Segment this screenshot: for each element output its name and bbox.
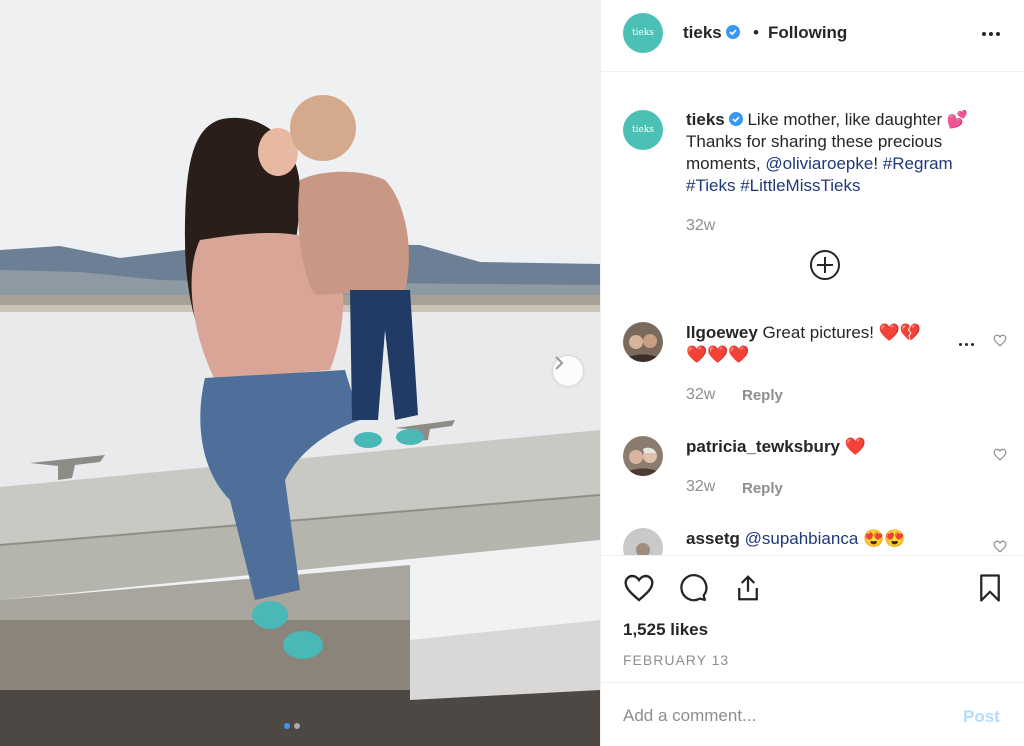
- comment-bubble-icon[interactable]: [678, 573, 708, 603]
- reply-button[interactable]: Reply: [742, 387, 783, 404]
- caption-text: tieks Like mother, like daughter 💕 Thank…: [686, 110, 969, 195]
- like-comment-heart-icon[interactable]: [993, 448, 1007, 461]
- verified-badge-icon: [725, 25, 740, 39]
- comment-username[interactable]: assetg: [686, 529, 740, 548]
- following-button[interactable]: Following: [768, 23, 847, 43]
- comment-avatar[interactable]: [623, 436, 663, 476]
- like-heart-icon[interactable]: [623, 573, 655, 603]
- hashtag-littlemisstieks[interactable]: #LittleMissTieks: [740, 176, 860, 195]
- post-header: tieks tieks • Following: [601, 0, 1024, 72]
- mention-link[interactable]: @supahbianca: [745, 529, 859, 548]
- logo-text: tieks: [632, 125, 654, 135]
- author-avatar[interactable]: tieks: [623, 13, 663, 53]
- carousel-dots: [284, 723, 300, 729]
- chevron-right-icon: [555, 356, 564, 370]
- post-comment-button[interactable]: Post: [963, 707, 1000, 727]
- like-comment-heart-icon[interactable]: [993, 334, 1007, 347]
- caption-line-1: Like mother, like daughter 💕: [742, 110, 969, 129]
- next-image-button[interactable]: [553, 356, 583, 386]
- post-side-panel: tieks tieks • Following tieks tieks Like…: [600, 0, 1024, 746]
- comment-text: llgoewey Great pictures! ❤️💔 ❤️❤️❤️: [686, 323, 922, 364]
- verified-badge-icon: [728, 112, 743, 126]
- user-photo-icon: [623, 322, 663, 362]
- logo-text: tieks: [632, 28, 654, 38]
- plus-circle-icon: [810, 250, 840, 280]
- post-photo: [0, 0, 600, 746]
- comment-timestamp[interactable]: 32w: [686, 386, 715, 404]
- comment-input[interactable]: [623, 703, 943, 729]
- carousel-dot: [294, 723, 300, 729]
- comment-text: patricia_tewksbury ❤️: [686, 437, 866, 456]
- add-comment-bar: Post: [601, 682, 1024, 746]
- photo-illustration: [0, 0, 600, 746]
- post-date[interactable]: FEBRUARY 13: [623, 652, 729, 668]
- like-comment-heart-icon[interactable]: [993, 540, 1007, 553]
- comment-username[interactable]: llgoewey: [686, 323, 758, 342]
- caption-author-avatar[interactable]: tieks: [623, 110, 663, 150]
- header-separator: •: [753, 23, 759, 42]
- hashtag-regram[interactable]: #Regram: [883, 154, 953, 173]
- share-icon[interactable]: [733, 573, 763, 603]
- author-username[interactable]: tieks: [683, 23, 740, 43]
- hashtag-tieks[interactable]: #Tieks: [686, 176, 735, 195]
- comment-timestamp[interactable]: 32w: [686, 478, 715, 496]
- save-bookmark-icon[interactable]: [977, 573, 1003, 603]
- caption-timestamp[interactable]: 32w: [686, 217, 715, 235]
- comment-username[interactable]: patricia_tewksbury: [686, 437, 840, 456]
- more-options-button[interactable]: [982, 32, 1000, 36]
- likes-count[interactable]: 1,525 likes: [623, 620, 708, 640]
- caption-author[interactable]: tieks: [686, 110, 725, 129]
- carousel-dot-active: [284, 723, 290, 729]
- comment-options-button[interactable]: [959, 343, 974, 346]
- reply-button[interactable]: Reply: [742, 480, 783, 497]
- mention-link[interactable]: @oliviaroepke: [765, 154, 873, 173]
- caption-line-2: Thanks for sharing these precious: [686, 132, 943, 151]
- comment-text: assetg @supahbianca 😍😍: [686, 529, 906, 548]
- load-more-comments-button[interactable]: [809, 249, 841, 286]
- user-photo-icon: [623, 436, 663, 476]
- comment-avatar[interactable]: [623, 322, 663, 362]
- caption-line-3: moments,: [686, 154, 766, 173]
- post-actions: 1,525 likes FEBRUARY 13 Post: [601, 555, 1024, 746]
